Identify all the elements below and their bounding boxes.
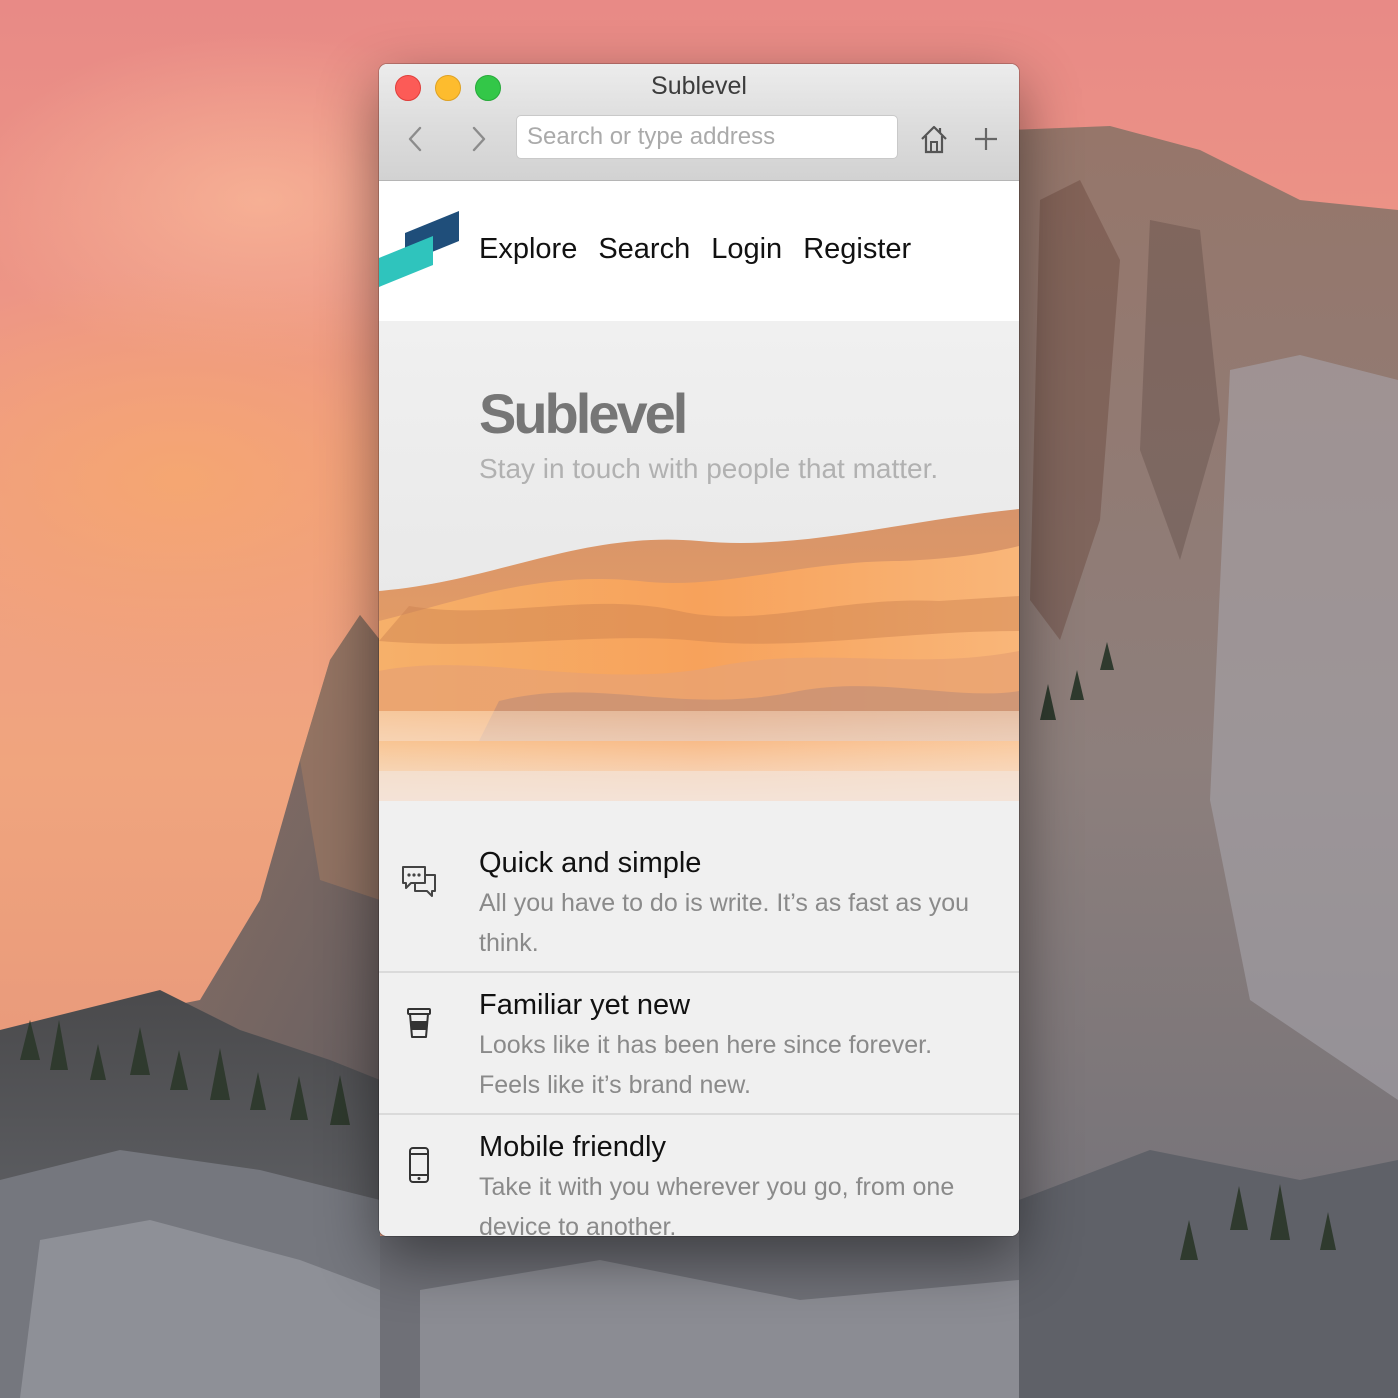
address-bar-input[interactable] (516, 115, 898, 159)
nav-link-explore[interactable]: Explore (479, 233, 577, 266)
feature-title: Mobile friendly (479, 1131, 666, 1163)
desert-dunes-image (379, 509, 1019, 801)
back-button[interactable] (397, 124, 433, 154)
smartphone-icon (409, 1147, 429, 1183)
feature-item: Familiar yet new Looks like it has been … (379, 973, 1019, 1115)
forward-button[interactable] (461, 124, 497, 154)
nav-link-register[interactable]: Register (803, 233, 911, 266)
plus-icon (975, 128, 997, 150)
site-header: Explore Search Login Register (379, 181, 1019, 321)
feature-description: Take it with you wherever you go, from o… (479, 1173, 955, 1236)
coffee-cup-icon (407, 1008, 431, 1038)
home-icon (921, 125, 947, 154)
window-titlebar: Sublevel (379, 64, 1019, 181)
window-title: Sublevel (651, 72, 747, 100)
web-page: Explore Search Login Register Sublevel S… (379, 181, 1019, 1236)
hero-subtitle: Stay in touch with people that matter. (479, 453, 939, 484)
sublevel-logo[interactable] (379, 211, 461, 291)
nav-link-login[interactable]: Login (711, 233, 782, 266)
features-list: Quick and simple All you have to do is w… (379, 801, 1019, 1236)
feature-description: All you have to do is write. It’s as fas… (479, 889, 970, 957)
hero-title: Sublevel (479, 382, 688, 445)
hero-section: Sublevel Stay in touch with people that … (379, 321, 1019, 801)
chat-bubbles-icon (402, 866, 436, 897)
feature-title: Quick and simple (479, 847, 702, 879)
browser-window: Sublevel Search or type address Explore … (379, 64, 1019, 1236)
feature-description: Looks like it has been here since foreve… (479, 1031, 933, 1099)
feature-item: Mobile friendly Take it with you whereve… (379, 1115, 1019, 1236)
home-button[interactable] (917, 122, 951, 156)
new-tab-button[interactable] (969, 122, 1003, 156)
chevron-right-icon (472, 126, 486, 152)
site-nav: Explore Search Login Register (479, 233, 911, 266)
feature-item: Quick and simple All you have to do is w… (379, 801, 1019, 973)
feature-title: Familiar yet new (479, 989, 691, 1021)
chevron-left-icon (408, 126, 422, 152)
nav-link-search[interactable]: Search (598, 233, 690, 266)
